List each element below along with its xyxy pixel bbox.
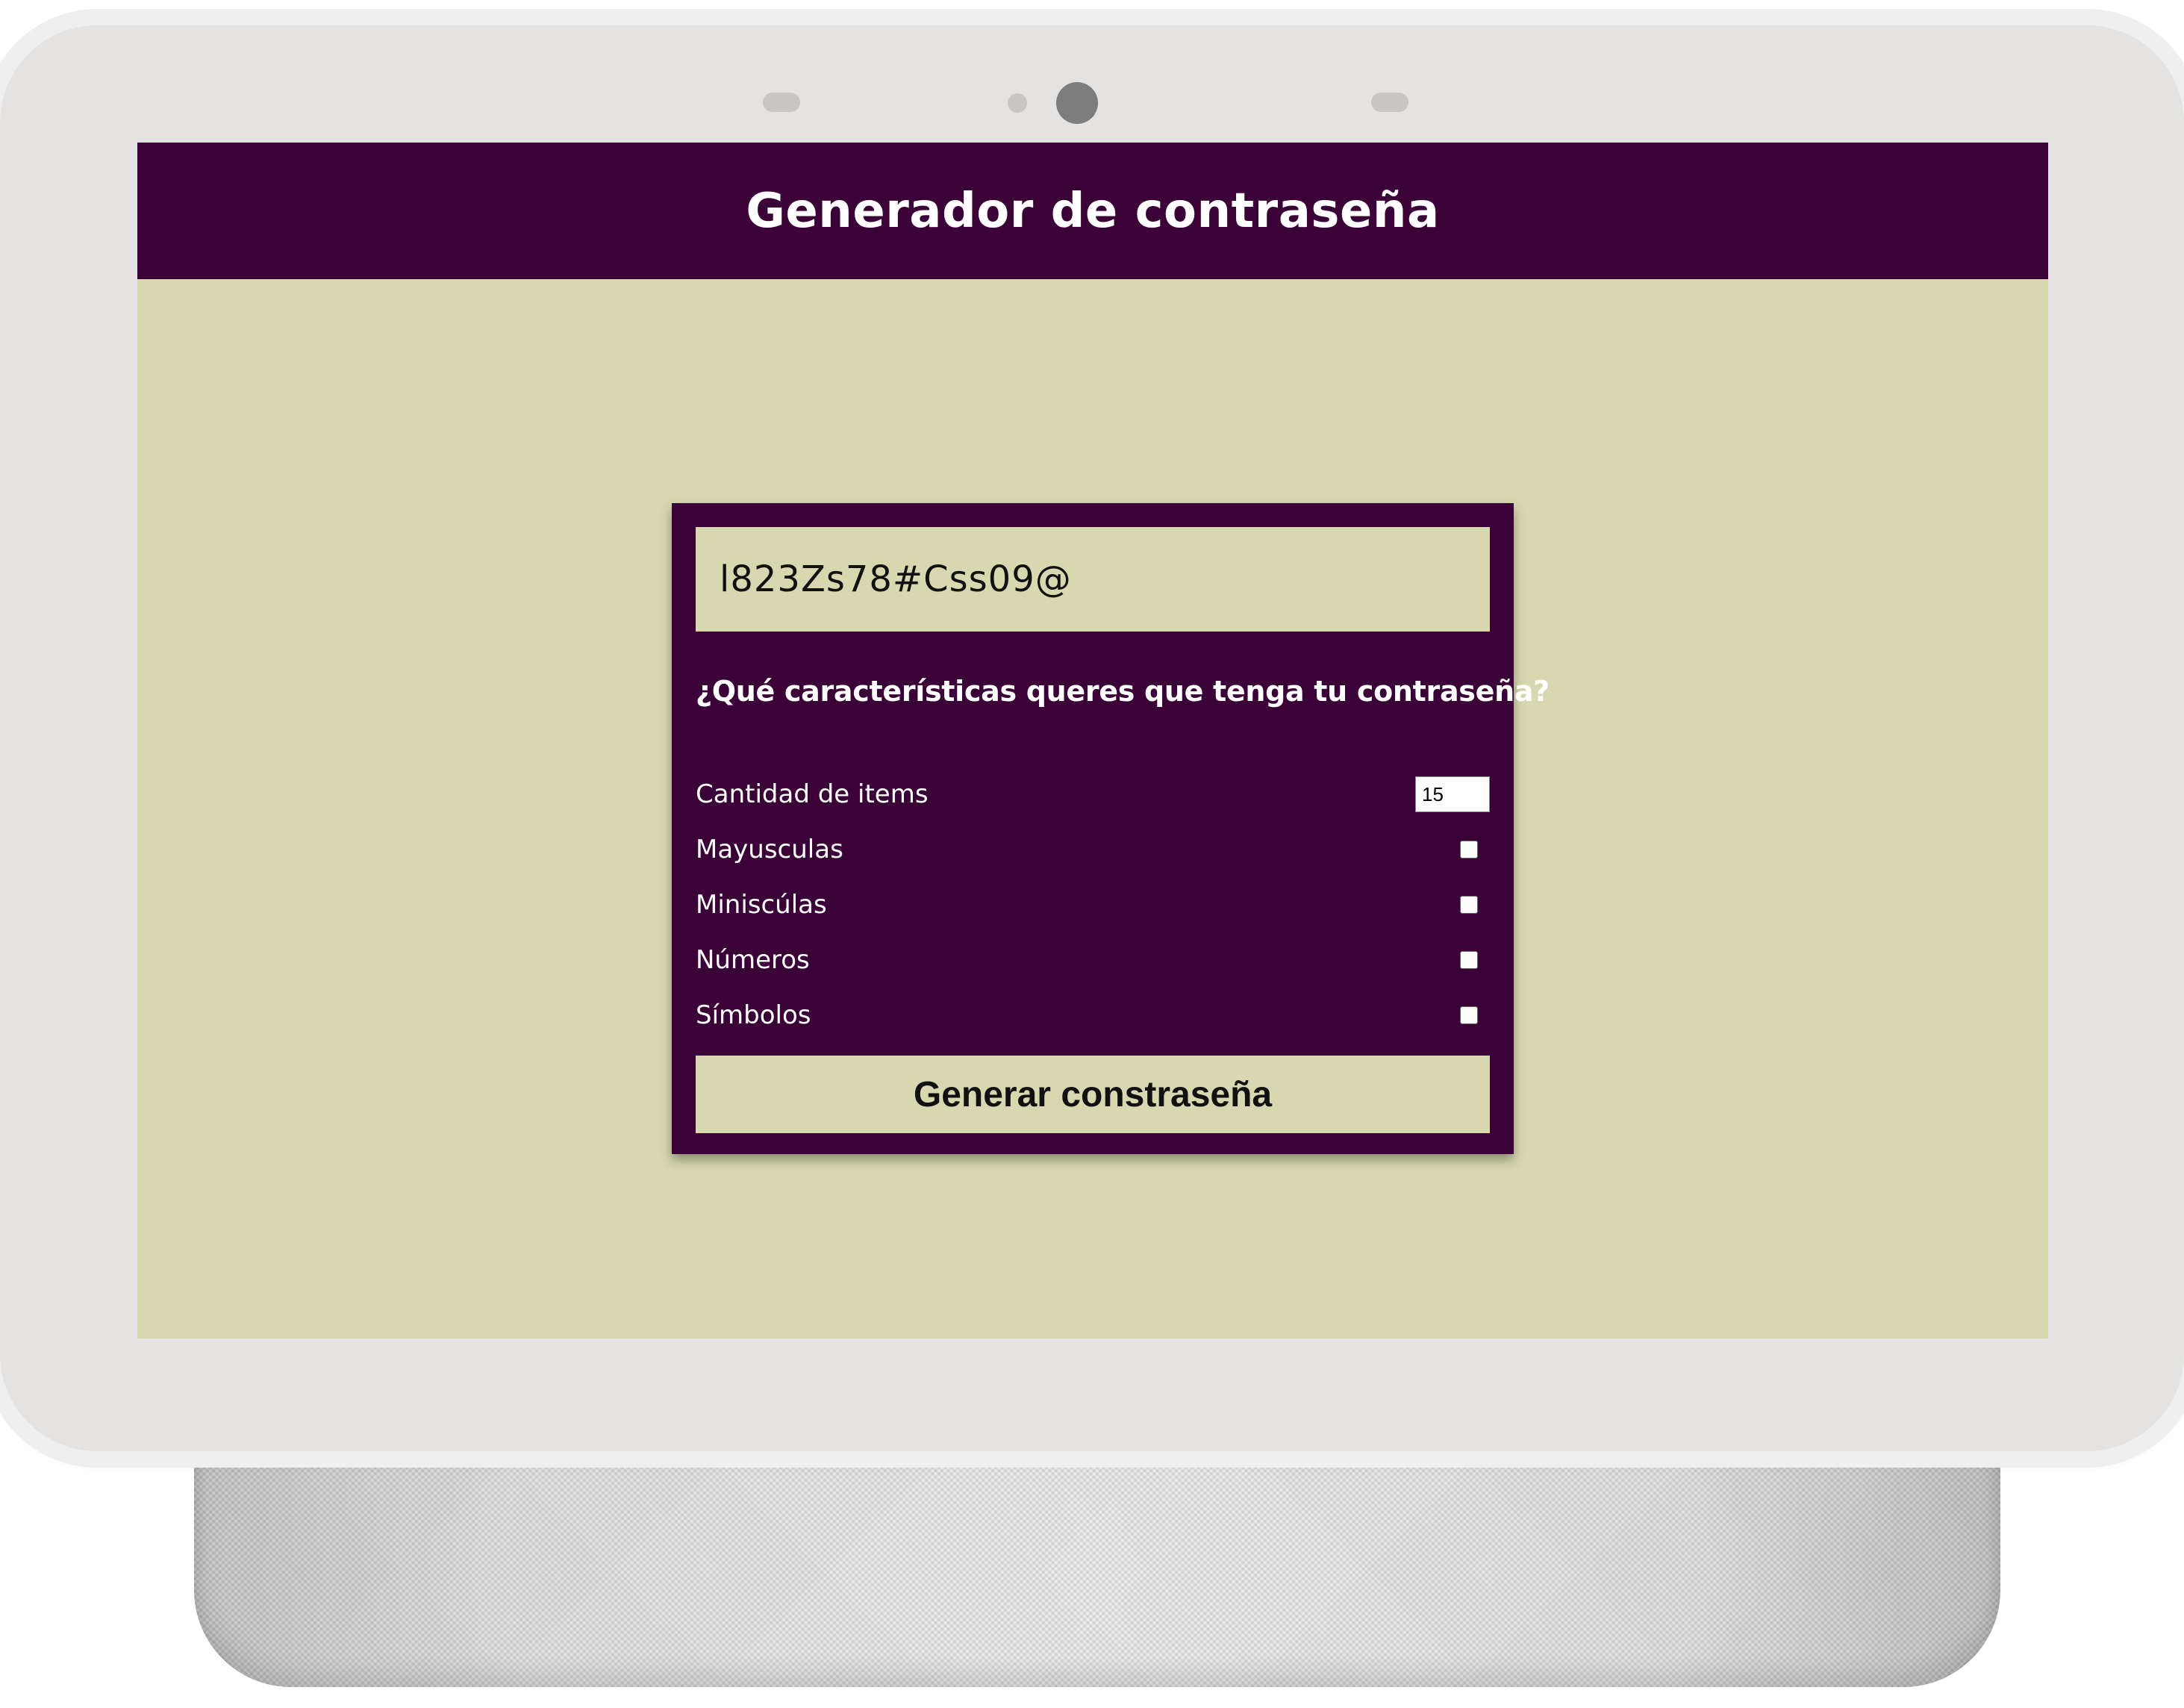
option-row-symbols: Símbolos (696, 997, 1490, 1034)
generate-password-button[interactable]: Generar constraseña (696, 1056, 1490, 1133)
quantity-input[interactable] (1415, 776, 1490, 812)
app-title: Generador de contraseña (746, 183, 1440, 239)
camera-icon (1056, 82, 1098, 124)
uppercase-label: Mayusculas (696, 835, 843, 864)
app-header: Generador de contraseña (137, 143, 2048, 279)
symbols-checkbox[interactable] (1460, 1006, 1478, 1024)
lowercase-checkbox[interactable] (1460, 896, 1478, 914)
options-question: ¿Qué características queres que tenga tu… (696, 675, 1550, 708)
smart-display-device: Generador de contraseña l823Zs78#Css09@ … (0, 0, 2184, 1708)
option-row-uppercase: Mayusculas (696, 831, 1490, 868)
generated-password[interactable]: l823Zs78#Css09@ (720, 558, 1072, 600)
device-screen: Generador de contraseña l823Zs78#Css09@ … (137, 143, 2048, 1338)
symbols-label: Símbolos (696, 1000, 811, 1030)
speaker-base (194, 1418, 2000, 1687)
option-row-lowercase: Miniscúlas (696, 886, 1490, 923)
uppercase-checkbox[interactable] (1460, 841, 1478, 858)
quantity-label: Cantidad de items (696, 779, 929, 809)
light-sensor-right (1371, 93, 1408, 112)
numbers-label: Números (696, 945, 810, 975)
password-display[interactable]: l823Zs78#Css09@ (696, 527, 1490, 632)
lowercase-label: Miniscúlas (696, 890, 827, 920)
light-sensor-left (763, 93, 800, 112)
password-generator-card: l823Zs78#Css09@ ¿Qué características que… (672, 503, 1550, 1154)
option-row-quantity: Cantidad de items (696, 776, 1490, 813)
ambient-sensor-dot (1008, 93, 1027, 113)
numbers-checkbox[interactable] (1460, 951, 1478, 969)
option-row-numbers: Números (696, 941, 1490, 979)
